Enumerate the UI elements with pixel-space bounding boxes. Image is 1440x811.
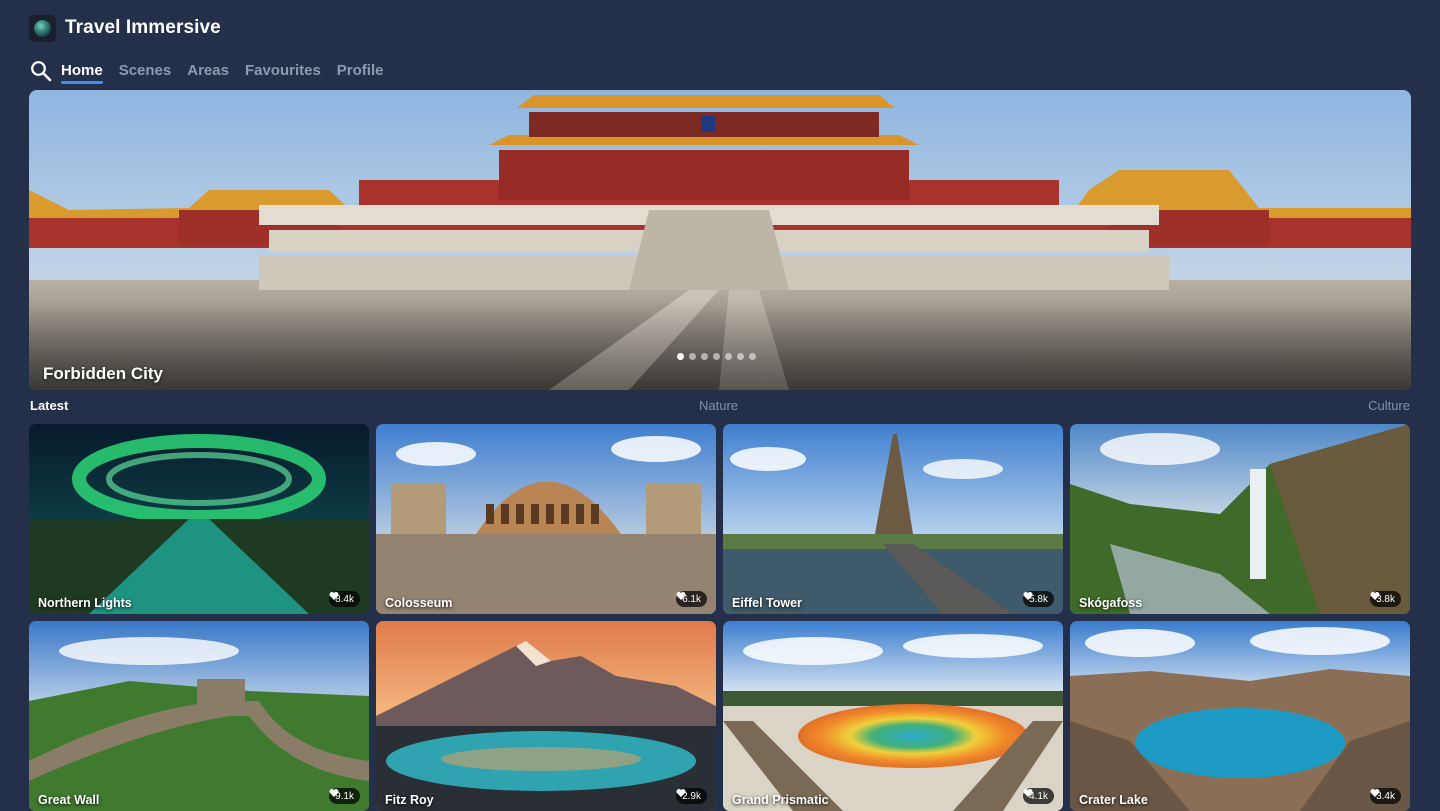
- hero-banner[interactable]: Forbidden City: [29, 90, 1411, 390]
- card-title: Eiffel Tower: [732, 596, 802, 610]
- likes-badge: 3.4k: [1370, 788, 1401, 804]
- tab-favourites[interactable]: Favourites: [245, 59, 321, 83]
- carousel-dot[interactable]: [749, 353, 756, 360]
- carousel-dot[interactable]: [701, 353, 708, 360]
- scene-card-grand-prismatic[interactable]: Grand Prismatic 4.1k: [723, 621, 1063, 811]
- top-nav: Home Scenes Areas Favourites Profile: [30, 58, 399, 84]
- scene-card-eiffel-tower[interactable]: Eiffel Tower 5.8k: [723, 424, 1063, 614]
- card-title: Colosseum: [385, 596, 453, 610]
- scene-card-fitz-roy[interactable]: Fitz Roy 2.9k: [376, 621, 716, 811]
- heart-icon: [1370, 789, 1380, 797]
- scene-card-northern-lights[interactable]: Northern Lights 8.4k: [29, 424, 369, 614]
- heart-icon: [1023, 592, 1033, 600]
- card-image: [723, 621, 1063, 811]
- likes-badge: 3.8k: [1370, 591, 1401, 607]
- search-icon[interactable]: [30, 60, 52, 82]
- likes-badge: 9.1k: [329, 788, 360, 804]
- card-title: Fitz Roy: [385, 793, 434, 807]
- globe-logo-icon: [29, 14, 56, 42]
- card-title: Crater Lake: [1079, 793, 1148, 807]
- likes-badge: 2.9k: [676, 788, 707, 804]
- card-title: Great Wall: [38, 793, 100, 807]
- tab-home[interactable]: Home: [61, 59, 103, 84]
- app-title: Travel Immersive: [65, 17, 221, 38]
- tab-profile[interactable]: Profile: [337, 59, 384, 83]
- card-image: [1070, 621, 1410, 811]
- heart-icon: [329, 592, 339, 600]
- carousel-dot[interactable]: [737, 353, 744, 360]
- carousel-dot[interactable]: [689, 353, 696, 360]
- app-header: Travel Immersive: [29, 14, 221, 42]
- hero-title: Forbidden City: [43, 364, 163, 383]
- section-latest[interactable]: Latest: [30, 398, 68, 413]
- likes-badge: 5.8k: [1023, 591, 1054, 607]
- heart-icon: [1370, 592, 1380, 600]
- card-image: [1070, 424, 1410, 614]
- heart-icon: [676, 592, 686, 600]
- hero-image-forbidden-city: [29, 90, 1411, 390]
- section-culture[interactable]: Culture: [1368, 398, 1410, 413]
- scene-card-crater-lake[interactable]: Crater Lake 3.4k: [1070, 621, 1410, 811]
- carousel-dot[interactable]: [725, 353, 732, 360]
- carousel-dot[interactable]: [677, 353, 684, 360]
- carousel-dot[interactable]: [713, 353, 720, 360]
- heart-icon: [1023, 789, 1033, 797]
- card-title: Skógafoss: [1079, 596, 1143, 610]
- scene-card-great-wall[interactable]: Great Wall 9.1k: [29, 621, 369, 811]
- scene-card-skogafoss[interactable]: Skógafoss 3.8k: [1070, 424, 1410, 614]
- card-image: [376, 424, 716, 614]
- likes-badge: 4.1k: [1023, 788, 1054, 804]
- card-image: [29, 621, 369, 811]
- card-image: [723, 424, 1063, 614]
- tab-areas[interactable]: Areas: [187, 59, 229, 83]
- likes-badge: 8.4k: [329, 591, 360, 607]
- card-title: Northern Lights: [38, 596, 132, 610]
- carousel-dots: [677, 353, 756, 360]
- card-image: [29, 424, 369, 614]
- card-title: Grand Prismatic: [732, 793, 829, 807]
- scene-card-colosseum[interactable]: Colosseum 6.1k: [376, 424, 716, 614]
- heart-icon: [676, 789, 686, 797]
- section-nature[interactable]: Nature: [699, 398, 738, 413]
- likes-badge: 6.1k: [676, 591, 707, 607]
- heart-icon: [329, 789, 339, 797]
- card-image: [376, 621, 716, 811]
- tab-scenes[interactable]: Scenes: [119, 59, 172, 83]
